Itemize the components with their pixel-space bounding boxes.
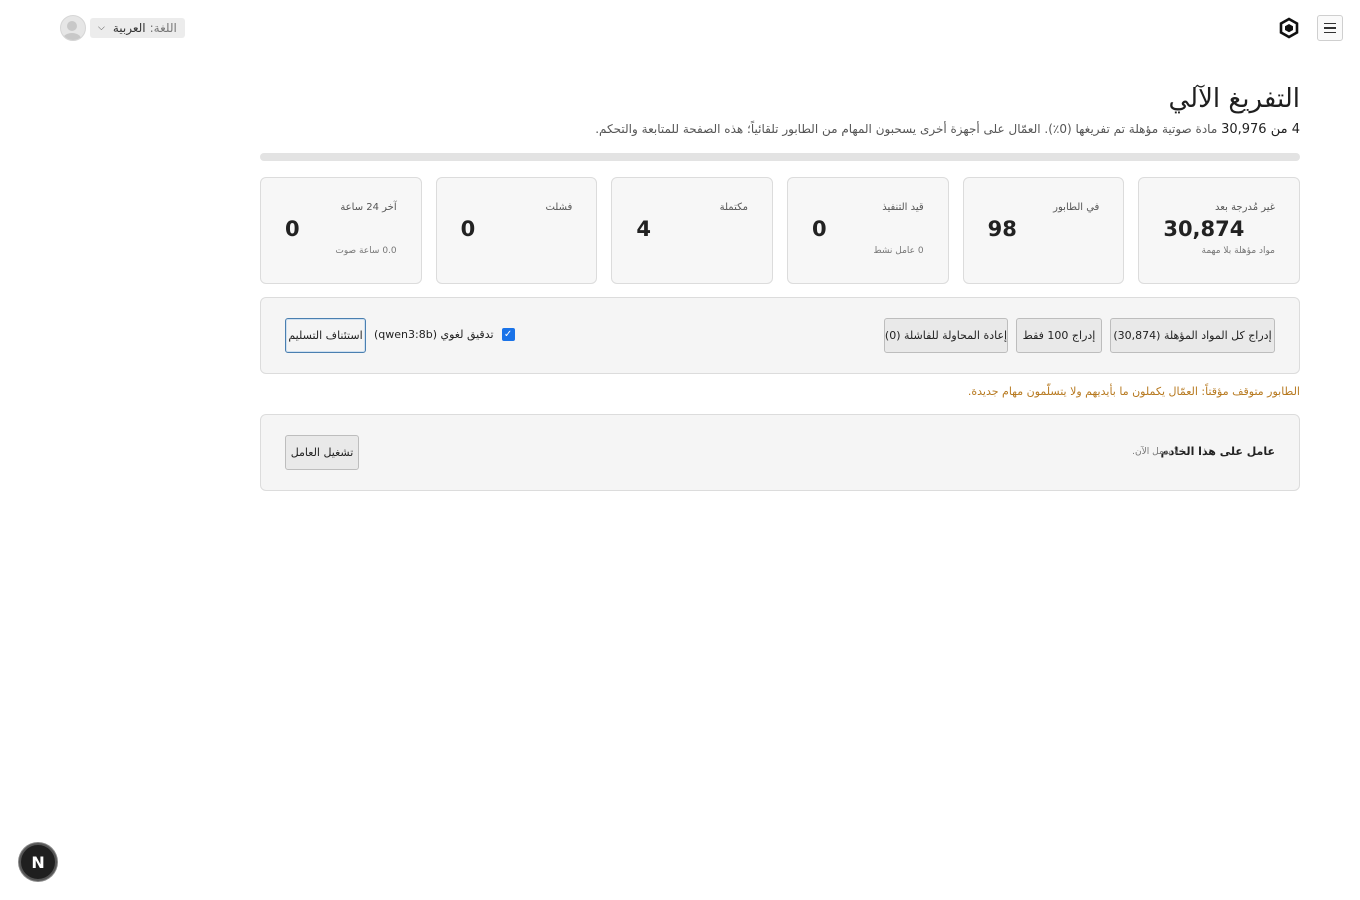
page-subtitle: 4 من 30,976 مادة صوتية مؤهلة تم تفريغها … [260, 122, 1300, 137]
worker-status: لا يعمل الآن. [1132, 447, 1179, 457]
resume-delivery-button[interactable]: استئناف التسليم [285, 318, 366, 353]
stat-value: 0 [284, 217, 300, 241]
stat-card-in-progress: قيد التنفيذ 0 0 عامل نشط [786, 177, 949, 284]
stat-card-last-24h: آخر 24 ساعة 0 0.0 ساعة صوت [259, 177, 422, 284]
progress-bar [260, 153, 1300, 161]
stat-card-completed: مكتملة 4 [611, 177, 773, 284]
stat-card-failed: فشلت 0 [435, 177, 598, 284]
user-avatar-icon[interactable] [60, 15, 86, 41]
language-value: العربية [112, 21, 146, 35]
language-label: اللغة: [149, 21, 177, 35]
lint-checkbox[interactable]: ✓ [501, 328, 515, 341]
stat-value: 4 [636, 217, 651, 241]
stat-value: 0 [460, 217, 476, 241]
lint-checkbox-label: تدقيق لغوي (qwen3:8b) [374, 328, 494, 341]
queue-paused-warning: الطابور متوقف مؤقتاً: العمّال يكملون ما … [967, 385, 1300, 398]
subtitle-text: مادة صوتية مؤهلة تم تفريغها (0٪). العمّا… [595, 122, 1218, 136]
enqueue-100-button[interactable]: إدراج 100 فقط [1016, 318, 1102, 353]
subtitle-count: 4 من 30,976 [1221, 122, 1300, 137]
stat-label: غير مُدرجة بعد [1215, 202, 1275, 213]
stat-card-not-enqueued: غير مُدرجة بعد 30,874 مواد مؤهلة بلا مهم… [1138, 177, 1300, 284]
page-title: التفريغ الآلي [1168, 84, 1300, 114]
stat-value: 98 [987, 217, 1017, 241]
stat-label: فشلت [545, 202, 573, 213]
stat-hint: مواد مؤهلة بلا مهمة [1201, 246, 1275, 256]
stat-label: قيد التنفيذ [882, 202, 924, 213]
hamburger-icon [1324, 22, 1336, 25]
enqueue-all-button[interactable]: إدراج كل المواد المؤهلة (30,874) [1110, 318, 1275, 353]
lint-checkbox-field[interactable]: ✓ تدقيق لغوي (qwen3:8b) [374, 328, 515, 341]
stat-hint: 0 عامل نشط [873, 246, 924, 256]
n-logo-button[interactable]: N [19, 843, 57, 881]
hexagon-logo-icon[interactable] [1278, 17, 1300, 39]
start-worker-button[interactable]: تشغيل العامل [285, 435, 359, 470]
stat-label: في الطابور [1053, 202, 1100, 213]
language-selector[interactable]: اللغة: العربية ⌵ [90, 18, 185, 38]
queue-controls-panel: إدراج كل المواد المؤهلة (30,874) إدراج 1… [260, 297, 1300, 374]
stat-label: آخر 24 ساعة [340, 202, 397, 213]
stat-value: 30,874 [1163, 217, 1245, 241]
stat-card-queued: في الطابور 98 [962, 177, 1125, 284]
retry-failed-button[interactable]: إعادة المحاولة للفاشلة (0) [884, 318, 1008, 353]
chevron-down-icon: ⌵ [98, 23, 105, 33]
stat-label: مكتملة [719, 202, 748, 213]
main-content: التفريغ الآلي 4 من 30,976 مادة صوتية مؤه… [259, 80, 1300, 491]
stat-value: 0 [811, 217, 827, 241]
menu-button[interactable] [1317, 15, 1343, 41]
stats-row: غير مُدرجة بعد 30,874 مواد مؤهلة بلا مهم… [259, 177, 1300, 284]
stat-hint: 0.0 ساعة صوت [335, 246, 397, 256]
local-worker-panel: عامل على هذا الخادم لا يعمل الآن. تشغيل … [260, 414, 1300, 491]
